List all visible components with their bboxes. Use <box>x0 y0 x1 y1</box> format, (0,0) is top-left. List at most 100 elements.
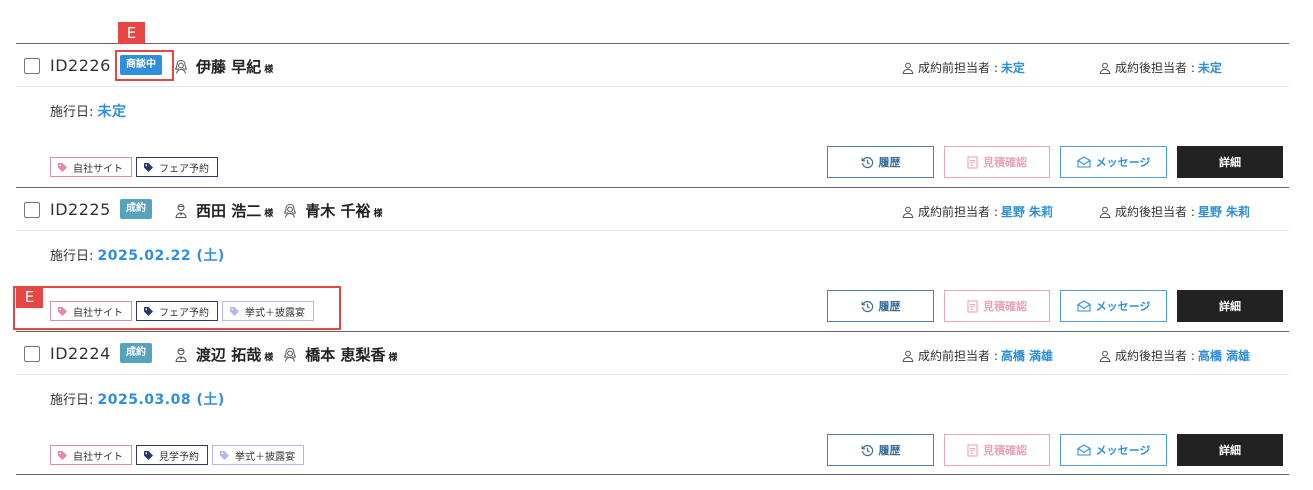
message-button[interactable]: メッセージ <box>1060 434 1167 466</box>
marker-label: E <box>16 286 43 308</box>
tag: 自社サイト <box>50 157 132 177</box>
honorific: 様 <box>373 209 383 219</box>
history-icon <box>861 444 873 456</box>
staff-after: 成約後担当者 : 未定 <box>1099 59 1222 76</box>
estimate-button-label: 見積確認 <box>983 444 1027 457</box>
staff-before-label: 成約前担当者 : <box>918 205 998 219</box>
staff-after-value: 星野 朱莉 <box>1197 205 1251 219</box>
staff-after-label: 成約後担当者 : <box>1115 205 1195 219</box>
customer-names: 西田 浩二 様 青木 千裕 様 <box>174 200 393 221</box>
estimate-button-label: 見積確認 <box>983 300 1027 313</box>
tag-icon <box>144 450 153 460</box>
marker-label: E <box>118 22 145 44</box>
envelope-icon <box>1077 444 1091 456</box>
history-icon <box>861 300 873 312</box>
staff-after-label: 成約後担当者 : <box>1115 61 1195 75</box>
customer-name: 青木 千裕 <box>305 202 371 220</box>
record-id: ID2224 <box>50 344 111 363</box>
select-checkbox[interactable] <box>24 202 40 218</box>
customer-person: 西田 浩二 様 <box>174 200 273 221</box>
tag: フェア予約 <box>136 157 218 177</box>
tag-label: 挙式＋披露宴 <box>235 451 295 463</box>
tag-label: 自社サイト <box>73 163 123 175</box>
staff-before-value: 星野 朱莉 <box>1000 205 1054 219</box>
card-actions: 履歴 見積確認 メッセージ 詳細 <box>827 434 1283 466</box>
staff-after-value: 未定 <box>1197 61 1222 75</box>
select-checkbox[interactable] <box>24 346 40 362</box>
message-button[interactable]: メッセージ <box>1060 146 1167 178</box>
customer-card: ID2226 商談中 伊藤 早紀 様 成約前担当者 : 未定 成約後担当者 : … <box>16 43 1289 187</box>
document-icon <box>967 299 978 313</box>
honorific: 様 <box>264 65 274 75</box>
customer-name: 西田 浩二 <box>196 202 262 220</box>
detail-button-label: 詳細 <box>1219 444 1241 457</box>
document-icon <box>967 443 978 457</box>
customer-names: 渡辺 拓哉 様 橋本 恵梨香 様 <box>174 344 408 365</box>
tag-icon <box>58 162 67 172</box>
history-button[interactable]: 履歴 <box>827 146 934 178</box>
staff-after-value: 高橋 満雄 <box>1197 349 1251 363</box>
ceremony-date-label: 施行日: <box>50 393 98 408</box>
ceremony-date: 施行日: 2025.02.22 (土) <box>50 245 225 265</box>
ceremony-date-label: 施行日: <box>50 105 98 120</box>
card-header: ID2225 成約 西田 浩二 様 青木 千裕 様 成約前担当者 : 星野 朱莉 <box>16 188 1289 231</box>
message-button-label: メッセージ <box>1095 300 1151 313</box>
detail-button[interactable]: 詳細 <box>1177 146 1283 178</box>
customer-person: 青木 千裕 様 <box>283 200 383 221</box>
groom-icon <box>175 348 187 362</box>
person-icon <box>902 350 914 362</box>
message-button-label: メッセージ <box>1095 156 1151 169</box>
record-id: ID2226 <box>50 56 111 75</box>
person-icon <box>902 206 914 218</box>
bride-icon <box>174 60 188 74</box>
customer-name: 橋本 恵梨香 <box>305 346 386 364</box>
honorific: 様 <box>264 209 274 219</box>
staff-before: 成約前担当者 : 未定 <box>902 59 1025 76</box>
customer-names: 伊藤 早紀 様 <box>174 56 283 77</box>
ceremony-date: 施行日: 未定 <box>50 101 127 121</box>
staff-before-label: 成約前担当者 : <box>918 61 998 75</box>
customer-card: ID2224 成約 渡辺 拓哉 様 橋本 恵梨香 様 成約前担当者 : 高橋 満… <box>16 331 1289 475</box>
ceremony-date: 施行日: 2025.03.08 (土) <box>50 389 225 409</box>
ceremony-date-value: 未定 <box>97 104 127 120</box>
staff-after: 成約後担当者 : 星野 朱莉 <box>1099 203 1250 220</box>
staff-before-value: 高橋 満雄 <box>1000 349 1054 363</box>
history-button[interactable]: 履歴 <box>827 434 934 466</box>
tag-icon <box>220 450 229 460</box>
message-button[interactable]: メッセージ <box>1060 290 1167 322</box>
detail-button[interactable]: 詳細 <box>1177 290 1283 322</box>
select-checkbox[interactable] <box>24 58 40 74</box>
card-header: ID2224 成約 渡辺 拓哉 様 橋本 恵梨香 様 成約前担当者 : 高橋 満… <box>16 332 1289 375</box>
envelope-icon <box>1077 300 1091 312</box>
estimate-button[interactable]: 見積確認 <box>944 146 1050 178</box>
estimate-button[interactable]: 見積確認 <box>944 434 1050 466</box>
history-button-label: 履歴 <box>878 156 901 169</box>
estimate-button-label: 見積確認 <box>983 156 1027 169</box>
tags-highlight <box>13 286 341 330</box>
tag: 見学予約 <box>136 445 208 465</box>
ceremony-date-label: 施行日: <box>50 249 98 264</box>
groom-icon <box>175 204 187 218</box>
staff-before: 成約前担当者 : 高橋 満雄 <box>902 347 1053 364</box>
customer-person: 橋本 恵梨香 様 <box>283 344 398 365</box>
bride-icon <box>283 204 297 218</box>
card-actions: 履歴 見積確認 メッセージ 詳細 <box>827 290 1283 322</box>
person-icon <box>1099 206 1111 218</box>
estimate-button[interactable]: 見積確認 <box>944 290 1050 322</box>
tag: 自社サイト <box>50 445 132 465</box>
tag-label: 自社サイト <box>73 451 123 463</box>
honorific: 様 <box>264 353 274 363</box>
tag-list: 自社サイト フェア予約 <box>50 157 222 177</box>
person-icon <box>902 62 914 74</box>
document-icon <box>967 155 978 169</box>
customer-name: 伊藤 早紀 <box>196 58 262 76</box>
staff-before: 成約前担当者 : 星野 朱莉 <box>902 203 1053 220</box>
message-button-label: メッセージ <box>1095 444 1151 457</box>
staff-after-label: 成約後担当者 : <box>1115 349 1195 363</box>
status-badge: 成約 <box>120 343 152 363</box>
detail-button[interactable]: 詳細 <box>1177 434 1283 466</box>
tag-list: 自社サイト 見学予約 挙式＋披露宴 <box>50 445 308 465</box>
staff-after: 成約後担当者 : 高橋 満雄 <box>1099 347 1250 364</box>
person-icon <box>1099 350 1111 362</box>
history-button[interactable]: 履歴 <box>827 290 934 322</box>
